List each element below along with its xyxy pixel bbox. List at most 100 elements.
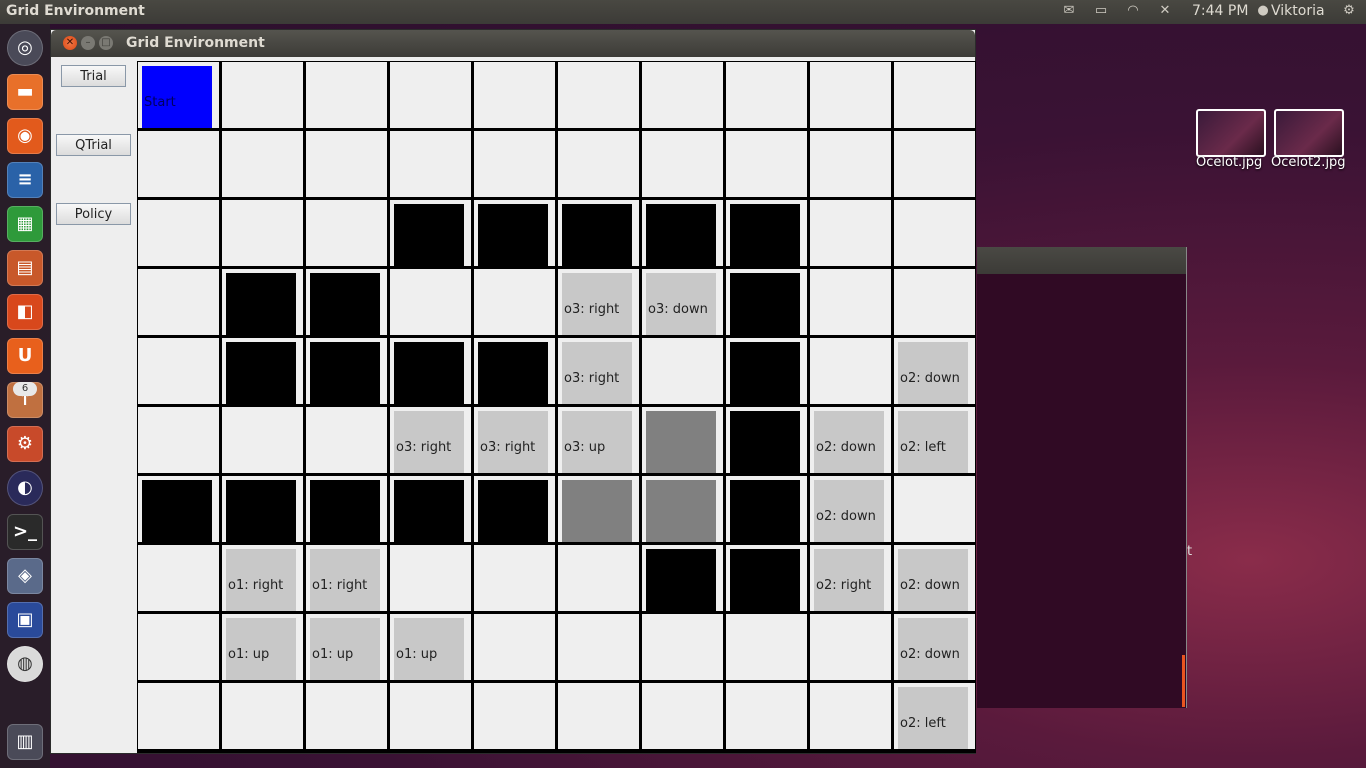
grid-cell: o1: up bbox=[390, 614, 471, 680]
grid-cell bbox=[138, 614, 219, 680]
grid-cell bbox=[138, 683, 219, 749]
wall-block bbox=[730, 480, 800, 542]
cell-label: o1: up bbox=[312, 647, 354, 662]
grid-cell bbox=[726, 683, 807, 749]
grid-cell bbox=[810, 269, 891, 335]
grid-cell bbox=[138, 407, 219, 473]
workspace-switcher-icon[interactable]: ▣ bbox=[7, 602, 43, 638]
cell-label: o2: left bbox=[900, 440, 946, 455]
cell-label: o3: right bbox=[564, 371, 620, 386]
wall-block bbox=[730, 549, 800, 611]
close-icon[interactable]: ✕ bbox=[63, 36, 77, 50]
grid-cell bbox=[474, 683, 555, 749]
grid-cell bbox=[306, 476, 387, 542]
policy-cell: o1: right bbox=[310, 549, 380, 611]
desktop-file-label[interactable]: Ocelot2.jpg bbox=[1271, 155, 1346, 170]
grid-environment-window: ✕ – □ Grid Environment Trial QTrial Poli… bbox=[50, 29, 976, 754]
mail-icon[interactable]: ✉ bbox=[1060, 4, 1078, 18]
wall-block bbox=[226, 273, 296, 335]
grid-cell bbox=[558, 62, 639, 128]
visited-cell bbox=[562, 480, 632, 542]
background-window-titlebar[interactable] bbox=[977, 247, 1186, 274]
trash-icon[interactable]: ▥ bbox=[7, 724, 43, 760]
wall-block bbox=[226, 342, 296, 404]
minimize-icon[interactable]: – bbox=[81, 36, 95, 50]
grid-cell: o2: down bbox=[894, 338, 975, 404]
grid-cell bbox=[642, 407, 723, 473]
grid-cell bbox=[894, 476, 975, 542]
ocelot-thumbnail[interactable] bbox=[1196, 109, 1266, 157]
grid-cell: o2: left bbox=[894, 683, 975, 749]
window-titlebar[interactable]: ✕ – □ Grid Environment bbox=[51, 30, 975, 57]
grid-cell bbox=[894, 62, 975, 128]
wall-block bbox=[730, 273, 800, 335]
wall-block bbox=[310, 273, 380, 335]
software-center-icon[interactable]: ◧ bbox=[7, 294, 43, 330]
wall-block bbox=[730, 342, 800, 404]
java-app-icon[interactable]: ◈ bbox=[7, 558, 43, 594]
grid-cell bbox=[558, 545, 639, 611]
ubuntu-one-icon[interactable]: U bbox=[7, 338, 43, 374]
wall-block bbox=[310, 342, 380, 404]
cell-label: o1: up bbox=[396, 647, 438, 662]
policy-cell: o1: up bbox=[226, 618, 296, 680]
dash-home-icon[interactable]: ◎ bbox=[7, 30, 43, 66]
grid-cell bbox=[138, 476, 219, 542]
settings-gear-icon[interactable]: ⚙ bbox=[1340, 4, 1358, 18]
battery-icon[interactable]: ▭ bbox=[1092, 4, 1110, 18]
wifi-icon[interactable]: ◠ bbox=[1124, 4, 1142, 18]
background-window-text: t bbox=[1187, 544, 1193, 559]
impress-icon[interactable]: ▤ bbox=[7, 250, 43, 286]
grid-cell bbox=[222, 683, 303, 749]
launcher: ◎ ▬ ◉ ≡ ▦ ▤ ◧ U ↑ 6 ⚙ ◐ >_ ◈ ▣ ◍ ▥ bbox=[0, 24, 50, 768]
window-title: Grid Environment bbox=[126, 35, 265, 51]
grid-cell bbox=[306, 338, 387, 404]
qtrial-button[interactable]: QTrial bbox=[56, 134, 131, 156]
terminal-icon[interactable]: >_ bbox=[7, 514, 43, 550]
user-icon[interactable]: ● bbox=[1254, 4, 1272, 18]
policy-cell: o3: down bbox=[646, 273, 716, 335]
grid-cell bbox=[138, 338, 219, 404]
policy-cell: o2: down bbox=[898, 342, 968, 404]
cell-label: o3: down bbox=[648, 302, 708, 317]
clock[interactable]: 7:44 PM bbox=[1192, 3, 1248, 19]
wall-block bbox=[142, 480, 212, 542]
writer-icon[interactable]: ≡ bbox=[7, 162, 43, 198]
grid-cell bbox=[726, 407, 807, 473]
dvd-drive-icon[interactable]: ◍ bbox=[7, 646, 43, 682]
policy-button[interactable]: Policy bbox=[56, 203, 131, 225]
user-name[interactable]: Viktoria bbox=[1271, 3, 1325, 19]
cell-label: Start bbox=[144, 95, 176, 110]
background-window[interactable] bbox=[977, 247, 1187, 708]
wall-block bbox=[310, 480, 380, 542]
eclipse-icon[interactable]: ◐ bbox=[7, 470, 43, 506]
volume-muted-icon[interactable]: ✕ bbox=[1156, 4, 1174, 18]
grid-cell: o2: down bbox=[810, 407, 891, 473]
grid-cell bbox=[894, 131, 975, 197]
grid-cell bbox=[726, 338, 807, 404]
grid-cell bbox=[726, 269, 807, 335]
firefox-icon[interactable]: ◉ bbox=[7, 118, 43, 154]
background-window-scrollbar[interactable] bbox=[1182, 655, 1185, 707]
grid-cell: Start bbox=[138, 62, 219, 128]
grid-cell bbox=[390, 62, 471, 128]
grid-cell: o2: down bbox=[894, 614, 975, 680]
wall-block bbox=[226, 480, 296, 542]
calc-icon[interactable]: ▦ bbox=[7, 206, 43, 242]
files-folder-icon[interactable]: ▬ bbox=[7, 74, 43, 110]
desktop-file-label[interactable]: Ocelot.jpg bbox=[1196, 155, 1262, 170]
grid-cell bbox=[810, 614, 891, 680]
grid-cell bbox=[726, 545, 807, 611]
ocelot2-thumbnail[interactable] bbox=[1274, 109, 1344, 157]
cell-label: o1: right bbox=[228, 578, 284, 593]
wall-block bbox=[478, 480, 548, 542]
grid-cell: o1: up bbox=[222, 614, 303, 680]
policy-cell: o1: up bbox=[310, 618, 380, 680]
system-settings-icon[interactable]: ⚙ bbox=[7, 426, 43, 462]
policy-cell: o3: right bbox=[562, 342, 632, 404]
trial-button[interactable]: Trial bbox=[61, 65, 126, 87]
grid-cell bbox=[222, 338, 303, 404]
grid-cell bbox=[390, 476, 471, 542]
maximize-icon[interactable]: □ bbox=[99, 36, 113, 50]
wall-block bbox=[478, 204, 548, 266]
